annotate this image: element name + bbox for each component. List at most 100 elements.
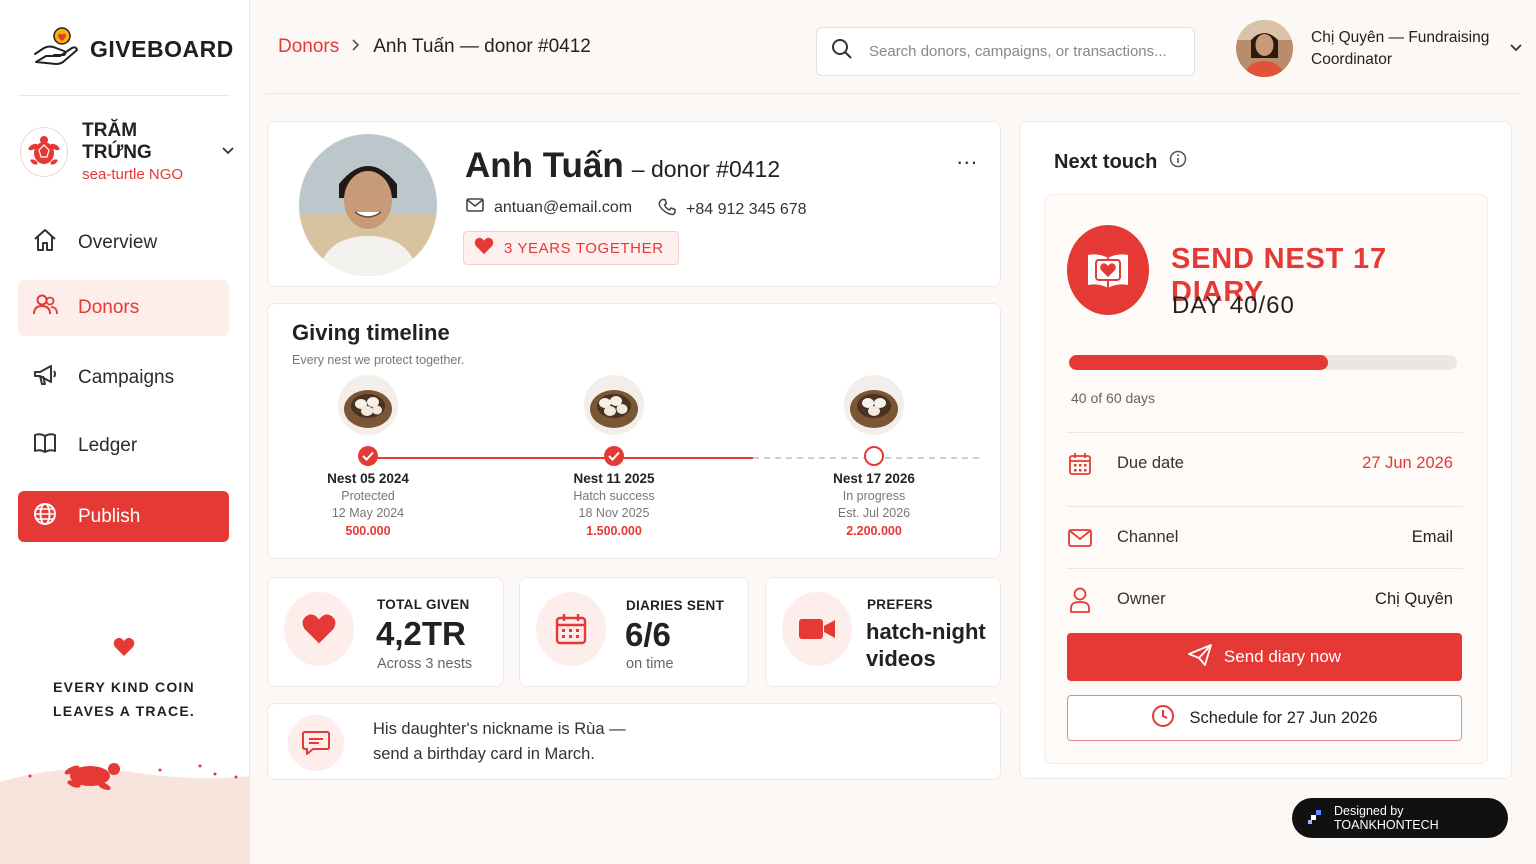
stat-value: 4,2TR <box>376 615 466 652</box>
giving-timeline-card: Giving timeline Every nest we protect to… <box>267 303 1001 559</box>
heart-icon <box>474 237 494 259</box>
schedule-button[interactable]: Schedule for 27 Jun 2026 <box>1067 695 1462 741</box>
nav-donors[interactable]: Donors <box>18 280 229 336</box>
user-icon <box>1067 587 1093 613</box>
next-touch-task: SEND NEST 17 DIARY DAY 40/60 40 of 60 da… <box>1044 194 1488 764</box>
brand-name: GIVEBOARD <box>90 36 234 62</box>
sand-illustration <box>0 763 250 864</box>
user-menu[interactable]: Chị Quyên — Fundraising Coordinator <box>1236 20 1523 77</box>
stat-sub: on time <box>626 656 674 672</box>
breadcrumb-current: Anh Tuấn — donor #0412 <box>373 36 591 57</box>
globe-icon <box>32 501 58 533</box>
video-camera-icon <box>782 592 852 666</box>
divider <box>18 95 230 96</box>
hand-heart-icon <box>32 26 80 73</box>
donor-phone[interactable]: +84 912 345 678 <box>658 198 807 221</box>
calendar-icon <box>536 592 606 666</box>
due-date-row: Due date 27 Jun 2026 <box>1067 432 1463 494</box>
megaphone-icon <box>32 362 58 394</box>
donor-id: – donor #0412 <box>631 156 781 182</box>
stat-sub: Across 3 nests <box>377 656 473 672</box>
timeline-subtitle: Every nest we protect together. <box>292 353 465 367</box>
task-progress-fill <box>1069 355 1328 370</box>
org-name: TRĂM TRỨNG <box>82 120 152 163</box>
nav-label: Ledger <box>78 435 138 456</box>
nav-publish[interactable]: Publish <box>18 491 229 542</box>
search-icon <box>831 38 853 65</box>
stat-label: DIARIES SENT <box>626 598 725 613</box>
donor-photo <box>299 134 437 276</box>
stat-diaries-sent: DIARIES SENT 6/6 on time <box>519 577 749 687</box>
nest-eggs-icon <box>583 374 645 436</box>
pixel-logo-icon <box>1308 809 1324 828</box>
user-name: Chị Quyên — Fundraising Coordinator <box>1311 28 1490 68</box>
owner-value: Chị Quyên <box>1375 590 1453 608</box>
org-subtitle: sea-turtle NGO <box>82 166 184 183</box>
mail-icon <box>466 198 484 217</box>
chevron-right-icon <box>351 36 361 58</box>
chevron-down-icon[interactable] <box>1509 40 1523 58</box>
nav-label: Overview <box>78 232 158 253</box>
avatar[interactable] <box>1236 20 1293 77</box>
send-icon <box>1188 643 1212 671</box>
heart-icon <box>113 637 135 662</box>
brand-logo[interactable]: GIVEBOARD <box>32 26 234 73</box>
breadcrumb-donors-link[interactable]: Donors <box>278 36 339 58</box>
sidebar: GIVEBOARD TRĂM TRỨNG sea-turtle NGO Over… <box>0 0 250 864</box>
stat-value: hatch-night videos <box>866 619 986 671</box>
header-divider <box>266 93 1520 94</box>
donor-note-card: His daughter's nickname is Rùa — send a … <box>267 703 1001 780</box>
nav-campaigns[interactable]: Campaigns <box>18 352 229 404</box>
calendar-icon <box>1067 452 1093 476</box>
donor-name-text: Anh Tuấn <box>465 146 624 185</box>
owner-row: Owner Chị Quyên <box>1067 568 1463 630</box>
home-icon <box>32 227 58 259</box>
mail-icon <box>1067 528 1093 547</box>
turtle-icon <box>20 126 69 177</box>
donor-name: Anh Tuấn – donor #0412 <box>465 146 780 186</box>
donor-email[interactable]: antuan@email.com <box>466 198 632 217</box>
timeline-nest[interactable]: Nest 11 2025 Hatch success 18 Nov 2025 1… <box>534 374 694 538</box>
sidebar-tagline: EVERY KIND COIN LEAVES A TRACE. <box>53 679 195 719</box>
stat-label: TOTAL GIVEN <box>377 597 470 612</box>
search-box[interactable] <box>816 27 1195 76</box>
profile-card: Anh Tuấn – donor #0412 antuan@email.com … <box>267 121 1001 287</box>
info-icon[interactable] <box>1169 150 1187 174</box>
years-together-badge: 3 YEARS TOGETHER <box>463 231 679 265</box>
chat-bubble-icon <box>288 715 344 771</box>
chevron-down-icon[interactable] <box>221 143 235 161</box>
timeline-nest[interactable]: Nest 17 2026 In progress Est. Jul 2026 2… <box>794 374 954 538</box>
check-icon <box>604 446 624 466</box>
next-touch-title: Next touch <box>1054 150 1187 174</box>
nest-eggs-icon <box>843 374 905 436</box>
nav-overview[interactable]: Overview <box>18 217 229 269</box>
book-icon <box>32 430 58 462</box>
nav-label: Donors <box>78 297 140 318</box>
more-options-icon[interactable]: ... <box>957 144 978 170</box>
note-text: His daughter's nickname is Rùa — send a … <box>373 720 626 763</box>
nest-eggs-icon <box>337 374 399 436</box>
designed-by-badge[interactable]: Designed by TOANKHONTECH <box>1292 798 1508 838</box>
stat-label: PREFERS <box>867 597 933 612</box>
phone-icon <box>658 198 676 221</box>
stat-value: 6/6 <box>625 616 671 653</box>
next-touch-panel: Next touch SEND NEST 17 DIARY DAY 40/60 … <box>1019 121 1512 779</box>
send-diary-button[interactable]: Send diary now <box>1067 633 1462 681</box>
heart-icon <box>284 592 354 666</box>
clock-icon <box>1151 704 1175 733</box>
channel-value: Email <box>1411 528 1453 546</box>
pending-node-icon <box>864 446 884 466</box>
org-switcher[interactable]: TRĂM TRỨNG sea-turtle NGO <box>20 120 235 183</box>
task-progress-text: 40 of 60 days <box>1071 390 1156 406</box>
nav-ledger[interactable]: Ledger <box>18 420 229 472</box>
check-icon <box>358 446 378 466</box>
timeline-title: Giving timeline <box>292 320 450 345</box>
nav-label: Publish <box>78 505 141 527</box>
due-date-value: 27 Jun 2026 <box>1362 454 1453 472</box>
stat-total-given: TOTAL GIVEN 4,2TR Across 3 nests <box>267 577 504 687</box>
stat-prefers: PREFERS hatch-night videos <box>765 577 1001 687</box>
search-input[interactable] <box>869 43 1169 60</box>
timeline-nest[interactable]: Nest 05 2024 Protected 12 May 2024 500.0… <box>288 374 448 538</box>
channel-row: Channel Email <box>1067 506 1463 568</box>
users-icon <box>32 292 58 324</box>
